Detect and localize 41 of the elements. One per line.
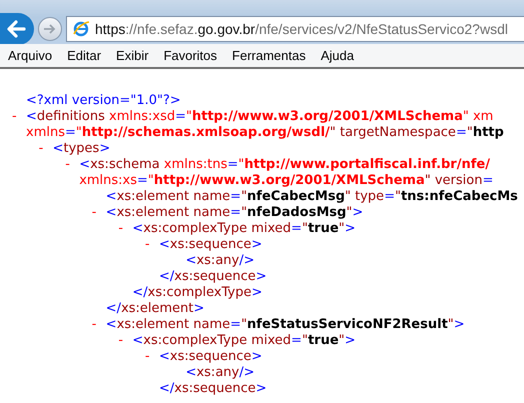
xml-line: </xs:complexType> [132,285,262,301]
xml-line: <xs:sequence> [158,237,262,253]
menu-item[interactable]: Ajuda [316,46,362,65]
xml-line: <definitions xmlns:xsd="http://www.w3.org/2001/XMLSchema" xm [26,109,494,125]
collapse-toggle[interactable]: - [118,221,132,237]
xml-line: </xs:sequence> [158,381,267,397]
xml-line: <xs:element name="nfeStatusServicoNF2Result"> [106,317,465,333]
xml-line: <xs:any/> [186,365,254,381]
xml-line: <xs:element name="nfeDadosMsg"> [106,205,364,221]
xml-line: xmlns:xs="http://www.w3.org/2001/XMLSchema" version= [79,173,494,189]
address-bar[interactable]: https://nfe.sefaz.go.gov.br/nfe/services/v2/NfeStatusServico2?wsdl [66,16,524,42]
forward-button[interactable] [38,17,62,41]
xml-line: <xs:sequence> [158,349,262,365]
xml-line: xmlns="http://schemas.xmlsoap.org/wsdl/" targetNamespace="http [26,125,504,141]
xml-line: <xs:element name="nfeCabecMsg" type="tns:nfeCabecMs [106,189,518,205]
collapse-toggle[interactable]: - [38,141,53,157]
collapse-toggle[interactable]: - [92,317,106,333]
browser-logo-icon [72,20,90,38]
menu-item[interactable]: Arquivo [4,46,60,65]
collapse-toggle[interactable]: - [144,237,159,253]
menu-item[interactable]: Ferramentas [228,46,314,65]
xml-line: <?xml version="1.0"?> [26,93,181,109]
xml-line: <xs:any/> [186,253,254,269]
url-text: https://nfe.sefaz.go.gov.br/nfe/services/v2/NfeStatusServico2?wsdl [95,21,508,37]
menu-item[interactable]: Editar [63,46,110,65]
menu-item[interactable]: Exibir [112,46,157,65]
back-arrow-icon [6,20,26,38]
collapse-toggle[interactable]: - [92,205,106,221]
menu-item[interactable]: Favoritos [160,46,226,65]
collapse-toggle[interactable]: - [12,109,26,125]
xml-line: <xs:schema xmlns:tns="http://www.portalfiscal.inf.br/nfe/ [79,157,490,173]
collapse-toggle[interactable]: - [144,349,159,365]
collapse-toggle[interactable]: - [65,157,80,173]
xml-line: <xs:complexType mixed="true"> [132,221,356,237]
xml-line: </xs:sequence> [158,269,267,285]
xml-line: <types> [52,141,110,157]
collapse-toggle[interactable]: - [118,333,132,349]
xml-line: <xs:complexType mixed="true"> [132,333,356,349]
back-button[interactable] [0,13,34,45]
xml-line: </xs:element> [106,301,204,317]
forward-arrow-icon [43,23,57,35]
